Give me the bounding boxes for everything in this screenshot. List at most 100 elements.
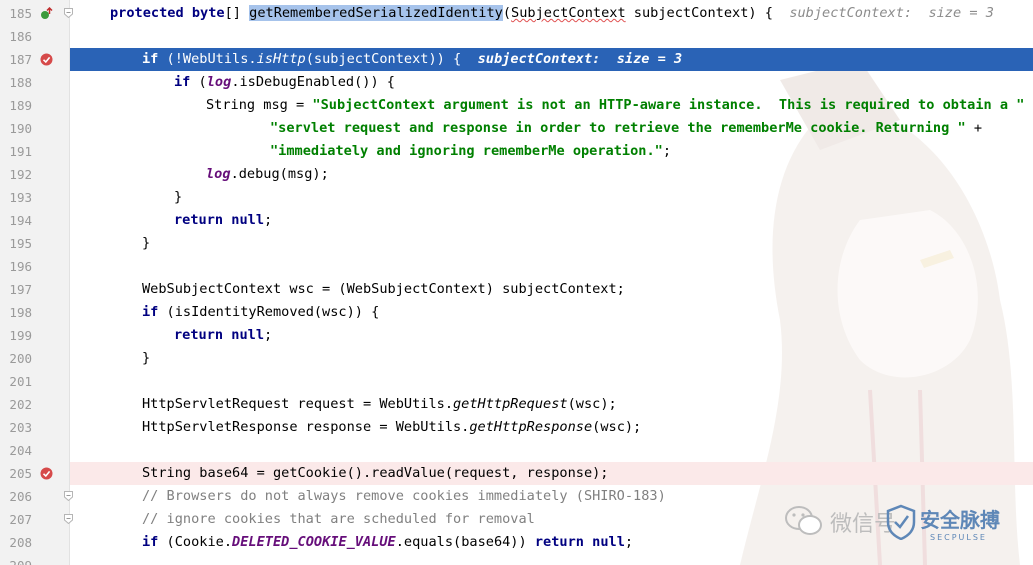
code-token: (!WebUtils. [158,51,257,67]
code-line[interactable]: 186 [0,25,1033,48]
code-line[interactable]: 194 return null; [0,209,1033,232]
line-content[interactable]: log.debug(msg); [70,163,1033,186]
line-content[interactable] [70,370,1033,393]
code-token: ; [624,534,634,550]
code-token: getHttpResponse [469,419,593,435]
line-number[interactable]: 189 [0,94,32,117]
line-content[interactable]: String msg = "SubjectContext argument is… [70,94,1033,117]
fold-icon[interactable] [64,514,73,524]
line-number[interactable]: 200 [0,347,32,370]
line-number[interactable]: 199 [0,324,32,347]
code-line[interactable]: 201 [0,370,1033,393]
code-line[interactable]: 195} [0,232,1033,255]
line-number[interactable]: 208 [0,531,32,554]
code-token: return null [534,534,625,550]
line-content[interactable]: HttpServletRequest request = WebUtils.ge… [70,393,1033,416]
code-token: (subjectContext)) { [305,51,478,67]
code-line[interactable]: 209 [0,554,1033,565]
line-number[interactable]: 194 [0,209,32,232]
line-number[interactable]: 191 [0,140,32,163]
code-token: SubjectContext [511,5,626,21]
override-icon[interactable] [40,7,53,20]
code-token: ; [264,327,273,343]
line-content[interactable]: } [70,347,1033,370]
line-number[interactable]: 196 [0,255,32,278]
line-content[interactable]: } [70,232,1033,255]
code-text: WebSubjectContext wsc = (WebSubjectConte… [142,278,625,301]
code-token: ; [264,212,273,228]
line-number[interactable]: 192 [0,163,32,186]
code-line[interactable]: 192 log.debug(msg); [0,163,1033,186]
code-line[interactable]: 198 if (isIdentityRemoved(wsc)) { [0,301,1033,324]
code-line[interactable]: 193} [0,186,1033,209]
code-line[interactable]: 188 if (log.isDebugEnabled()) { [0,71,1033,94]
code-line[interactable]: 203 HttpServletResponse response = WebUti… [0,416,1033,439]
line-number[interactable]: 205 [0,462,32,485]
line-content[interactable]: "servlet request and response in order t… [70,117,1033,140]
code-line[interactable]: 187 if (!WebUtils.isHttp(subjectContext))… [0,48,1033,71]
inline-debug-hint: subjectContext: size = 3 [789,5,994,21]
line-content[interactable]: HttpServletResponse response = WebUtils.… [70,416,1033,439]
code-line[interactable]: 205 String base64 = getCookie().readValue… [0,462,1033,485]
line-content[interactable] [70,439,1033,462]
line-number[interactable]: 197 [0,278,32,301]
line-number[interactable]: 201 [0,370,32,393]
code-text: } [142,347,150,370]
line-number[interactable]: 186 [0,25,32,48]
code-line[interactable]: 202 HttpServletRequest request = WebUtils… [0,393,1033,416]
line-number[interactable]: 198 [0,301,32,324]
line-content[interactable]: WebSubjectContext wsc = (WebSubjectConte… [70,278,1033,301]
code-line[interactable]: 185 protected byte[] getRememberedSeriali… [0,2,1033,25]
code-line[interactable]: 200} [0,347,1033,370]
code-token: protected byte [110,5,225,21]
line-content[interactable]: protected byte[] getRememberedSerialized… [70,2,1033,25]
line-number[interactable]: 188 [0,71,32,94]
inline-debug-hint: subjectContext: size = 3 [477,51,683,67]
code-line[interactable]: 189 String msg = "SubjectContext argument… [0,94,1033,117]
wechat-watermark: 微信号 安全脉搏 SECPULSE [780,500,1020,550]
line-content[interactable] [70,554,1033,565]
fold-icon[interactable] [64,491,73,501]
fold-icon[interactable] [64,8,73,18]
line-number[interactable]: 207 [0,508,32,531]
code-line[interactable]: 204 [0,439,1033,462]
code-token: String base64 = getCookie().readValue(re… [142,465,609,481]
code-line[interactable]: 197 WebSubjectContext wsc = (WebSubjectCo… [0,278,1033,301]
wechat-icon [785,506,822,535]
code-line[interactable]: 199 return null; [0,324,1033,347]
line-number[interactable]: 190 [0,117,32,140]
code-token: } [142,235,151,251]
code-token: ; [662,143,672,159]
line-number[interactable]: 203 [0,416,32,439]
code-line[interactable]: 190 "servlet request and response in orde… [0,117,1033,140]
line-number[interactable]: 202 [0,393,32,416]
line-content[interactable]: return null; [70,324,1033,347]
line-content[interactable]: String base64 = getCookie().readValue(re… [70,462,1033,485]
code-line[interactable]: 196 [0,255,1033,278]
code-token: .isDebugEnabled()) { [231,74,395,90]
line-content[interactable]: if (!WebUtils.isHttp(subjectContext)) { … [70,48,1033,71]
code-token: [] [224,5,250,21]
code-token: + [965,120,983,136]
code-text: "servlet request and response in order t… [270,117,982,140]
line-content[interactable] [70,255,1033,278]
line-content[interactable] [70,25,1033,48]
code-line[interactable]: 191 "immediately and ignoring rememberMe … [0,140,1033,163]
code-editor[interactable]: 185 protected byte[] getRememberedSeriali… [0,0,1033,565]
line-content[interactable]: } [70,186,1033,209]
line-number[interactable]: 195 [0,232,32,255]
breakpoint-icon[interactable] [40,53,53,66]
code-text: if (isIdentityRemoved(wsc)) { [142,301,379,324]
code-token: (Cookie. [158,534,233,550]
line-content[interactable]: if (log.isDebugEnabled()) { [70,71,1033,94]
line-number[interactable]: 209 [0,554,32,565]
line-number[interactable]: 185 [0,2,32,25]
line-number[interactable]: 187 [0,48,32,71]
line-number[interactable]: 193 [0,186,32,209]
breakpoint-icon[interactable] [40,467,53,480]
line-content[interactable]: return null; [70,209,1033,232]
line-content[interactable]: "immediately and ignoring rememberMe ope… [70,140,1033,163]
line-number[interactable]: 204 [0,439,32,462]
line-content[interactable]: if (isIdentityRemoved(wsc)) { [70,301,1033,324]
line-number[interactable]: 206 [0,485,32,508]
